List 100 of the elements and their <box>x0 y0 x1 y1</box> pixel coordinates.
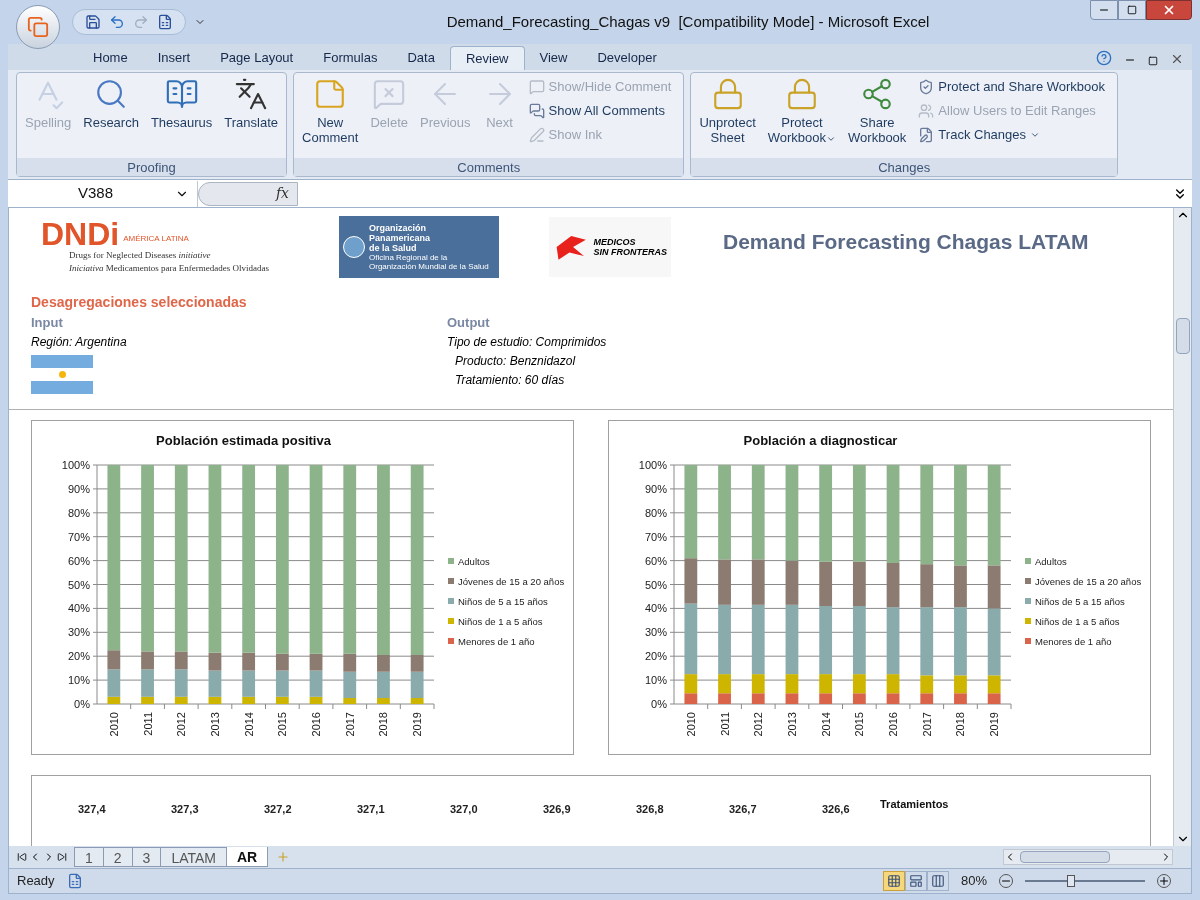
legend-label: Adultos <box>1035 555 1067 567</box>
zoom-slider[interactable] <box>1025 874 1145 888</box>
ribbon-button[interactable]: Protect Workbook <box>763 73 841 145</box>
zoom-level: 80% <box>960 872 987 891</box>
first-sheet-icon[interactable] <box>17 852 27 862</box>
axis-tick-label: 0% <box>74 697 90 710</box>
zoom-slider-thumb[interactable] <box>1066 875 1075 887</box>
axis-tick-label: 2011 <box>718 711 731 736</box>
data-label: 326,6 <box>822 802 850 815</box>
axis-tick-label: 40% <box>67 601 90 614</box>
output-heading: Output <box>447 314 491 332</box>
logo-subtext: Oficina Regional de la <box>369 253 449 262</box>
close-icon[interactable] <box>1170 52 1184 66</box>
axis-tick-label: 30% <box>644 625 667 638</box>
axis-tick-label: 50% <box>67 578 90 590</box>
restore-icon[interactable] <box>1148 56 1158 66</box>
axis-tick-label: 2016 <box>310 711 323 736</box>
ribbon-group-label: Proofing <box>17 158 287 176</box>
view-button[interactable] <box>926 871 949 891</box>
globe-icon <box>343 236 365 258</box>
ribbon-tab[interactable]: Data <box>392 46 450 70</box>
sheet-tab[interactable]: AR <box>226 847 269 867</box>
axis-tick-label: 2015 <box>853 711 866 736</box>
ribbon-small-button[interactable]: Track Changes <box>918 123 1106 147</box>
horizontal-scrollbar[interactable] <box>1003 849 1173 865</box>
insert-function-button[interactable]: fx <box>198 181 298 206</box>
view-button[interactable] <box>904 871 927 891</box>
page-layout-icon <box>908 874 923 888</box>
legend-label: Menores de 1 año <box>458 635 535 647</box>
ribbon-tab[interactable]: View <box>524 46 583 70</box>
axis-tick-label: 90% <box>67 482 90 495</box>
macro-record-icon[interactable] <box>66 873 83 889</box>
axis-tick-label: 2013 <box>785 711 798 736</box>
argentina-flag <box>31 354 93 395</box>
form-icon[interactable] <box>157 14 173 30</box>
shield-icon <box>918 79 935 95</box>
open-book-icon <box>164 77 199 111</box>
maximize-button[interactable] <box>1118 0 1146 20</box>
ribbon-small-button[interactable]: Protect and Share Workbook <box>918 75 1106 99</box>
ribbon-tab[interactable]: Review <box>449 46 525 70</box>
legend-label: Niños de 5 a 15 años <box>458 595 548 607</box>
users-icon <box>918 103 935 119</box>
axis-tick-label: 20% <box>644 649 667 662</box>
ribbon-tab[interactable]: Developer <box>582 46 672 70</box>
scroll-thumb[interactable] <box>1020 851 1110 863</box>
pen-icon <box>528 127 545 143</box>
ribbon-button[interactable]: Translate <box>220 73 283 130</box>
vertical-scrollbar[interactable] <box>1173 208 1191 846</box>
input-heading: Input <box>31 314 64 332</box>
axis-tick-label: 2014 <box>242 711 255 736</box>
ribbon-button[interactable]: Share Workbook <box>844 73 911 145</box>
view-button[interactable] <box>882 871 905 891</box>
axis-tick-label: 2010 <box>684 711 697 736</box>
sheet-tab[interactable]: 3 <box>131 847 162 867</box>
comments-icon <box>528 103 545 119</box>
ribbon-button[interactable]: Unprotect Sheet <box>695 73 760 145</box>
output-line: Tipo de estudio: Comprimidos <box>447 333 607 351</box>
sheet-tab[interactable]: 1 <box>74 847 104 867</box>
legend-label: Niños de 5 a 15 años <box>1035 595 1125 607</box>
caret-icon <box>1030 130 1041 140</box>
ribbon-button[interactable]: Research <box>79 73 143 130</box>
help-icon[interactable] <box>1096 50 1112 66</box>
undo-icon[interactable] <box>109 14 125 30</box>
axis-tick-label: 2017 <box>920 711 933 736</box>
note-delete-icon <box>372 77 407 111</box>
ribbon-button[interactable]: New Comment <box>298 73 363 145</box>
axis-tick-label: 10% <box>67 673 90 686</box>
axis-tick-label: 2015 <box>276 711 289 736</box>
ribbon-tab[interactable]: Page Layout <box>205 46 309 70</box>
zoom-in-icon[interactable] <box>1157 874 1171 888</box>
axis-tick-label: 100% <box>638 458 667 471</box>
axis-tick-label: 50% <box>644 578 667 590</box>
name-box[interactable]: V388 <box>8 180 198 207</box>
sheet-tab[interactable]: LATAM <box>160 847 227 867</box>
axis-tick-label: 2013 <box>208 711 221 736</box>
output-line: Producto: Benznidazol <box>454 352 577 370</box>
comment-icon <box>528 79 545 95</box>
ribbon-small-button[interactable]: Show All Comments <box>528 99 672 123</box>
ribbon-tab[interactable]: Formulas <box>308 46 393 70</box>
sheet-tab[interactable]: 2 <box>102 847 133 867</box>
axis-tick-label: 20% <box>67 649 90 662</box>
section-title: Desagregaciones seleccionadas <box>31 293 248 312</box>
axis-tick-label: 2012 <box>175 711 188 736</box>
axis-tick-label: 10% <box>644 673 667 686</box>
output-line: Tratamiento: 60 días <box>454 371 566 389</box>
translate-icon <box>234 77 269 111</box>
ribbon-button[interactable]: Thesaurus <box>146 73 217 130</box>
legend-label: Jóvenes de 15 a 20 años <box>1035 575 1142 587</box>
last-sheet-icon[interactable] <box>57 852 67 862</box>
save-icon[interactable] <box>85 14 101 30</box>
axis-tick-label: 2017 <box>343 711 356 736</box>
logo-text: de la Salud <box>369 243 418 253</box>
scroll-thumb[interactable] <box>1175 318 1190 354</box>
close-button[interactable] <box>1146 0 1192 20</box>
minimize-button[interactable] <box>1090 0 1118 20</box>
ribbon-tab[interactable]: Home <box>78 46 143 70</box>
data-label: 327,2 <box>264 802 292 815</box>
office-button[interactable] <box>16 5 60 49</box>
ribbon-tab[interactable]: Insert <box>142 46 206 70</box>
axis-tick-label: 2019 <box>411 711 424 736</box>
